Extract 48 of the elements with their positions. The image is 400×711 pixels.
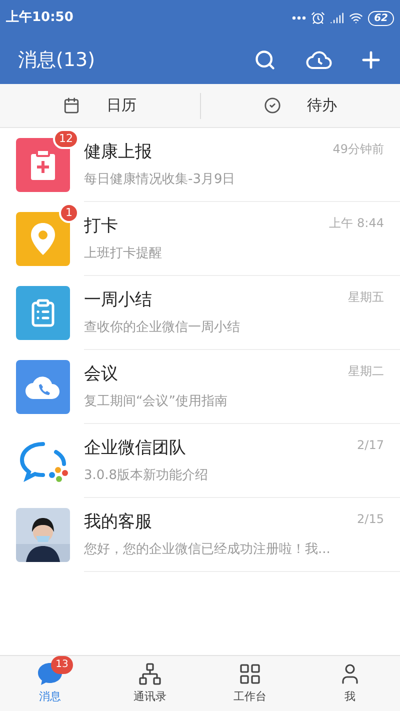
calendar-icon bbox=[63, 97, 80, 114]
conversation-item[interactable]: 会议 星期二 复工期间“会议”使用指南 bbox=[0, 350, 400, 424]
conversation-name: 企业微信团队 bbox=[84, 437, 186, 460]
conversation-time: 2/17 bbox=[357, 437, 384, 454]
signal-icon bbox=[330, 11, 344, 25]
status-time: 上午10:50 bbox=[6, 9, 74, 28]
conversation-item[interactable]: 我的客服 2/15 您好，您的企业微信已经成功注册啦！我... bbox=[0, 498, 400, 572]
cloud-clock-icon bbox=[306, 50, 332, 70]
unread-badge: 12 bbox=[53, 129, 79, 149]
page-title: 消息(13) bbox=[18, 48, 96, 73]
conversation-time: 上午 8:44 bbox=[329, 215, 384, 232]
conversation-name: 打卡 bbox=[84, 215, 118, 238]
conversation-preview: 3.0.8版本新功能介绍 bbox=[84, 466, 210, 484]
unread-badge: 13 bbox=[51, 656, 73, 674]
conversation-name: 一周小结 bbox=[84, 289, 152, 312]
nav-tab[interactable]: 工作台 bbox=[200, 656, 300, 711]
nav-tab[interactable]: 通讯录 bbox=[100, 656, 200, 711]
conversation-item[interactable]: 1 打卡 上午 8:44 上班打卡提醒 bbox=[0, 202, 400, 276]
check-circle-icon bbox=[264, 97, 281, 114]
conversation-preview: 复工期间“会议”使用指南 bbox=[84, 392, 228, 410]
conversation-preview: 上班打卡提醒 bbox=[84, 244, 163, 262]
more-dots-icon bbox=[292, 16, 306, 20]
alarm-icon bbox=[311, 11, 326, 25]
conversation-name: 我的客服 bbox=[84, 511, 152, 534]
quick-tab[interactable]: 日历 bbox=[0, 94, 200, 117]
conversation-name: 健康上报 bbox=[84, 141, 152, 164]
conversation-time: 2/15 bbox=[357, 511, 384, 528]
quick-tab[interactable]: 待办 bbox=[200, 94, 400, 117]
search-icon bbox=[254, 49, 276, 71]
conversation-name: 会议 bbox=[84, 363, 118, 386]
conversation-time: 星期二 bbox=[348, 363, 384, 380]
nav-tab[interactable]: 我 bbox=[300, 656, 400, 711]
wifi-icon bbox=[349, 11, 364, 25]
conversation-item[interactable]: 一周小结 星期五 查收你的企业微信一周小结 bbox=[0, 276, 400, 350]
conversation-time: 49分钟前 bbox=[332, 141, 384, 158]
conversation-preview: 您好，您的企业微信已经成功注册啦！我... bbox=[84, 540, 332, 558]
unread-badge: 1 bbox=[59, 203, 79, 223]
nav-tab[interactable]: 13 消息 bbox=[0, 656, 100, 711]
battery-indicator: 62 bbox=[368, 10, 394, 26]
cloud-phone-icon bbox=[16, 360, 70, 414]
conversation-preview: 每日健康情况收集-3月9日 bbox=[84, 170, 236, 188]
conversation-item[interactable]: 企业微信团队 2/17 3.0.8版本新功能介绍 bbox=[0, 424, 400, 498]
conversation-item[interactable]: 12 健康上报 49分钟前 每日健康情况收集-3月9日 bbox=[0, 128, 400, 202]
org-chart-icon bbox=[138, 662, 162, 686]
conversation-preview: 查收你的企业微信一周小结 bbox=[84, 318, 241, 336]
clipboard-icon bbox=[16, 286, 70, 340]
grid-icon bbox=[238, 662, 262, 686]
conversation-time: 星期五 bbox=[348, 289, 384, 306]
